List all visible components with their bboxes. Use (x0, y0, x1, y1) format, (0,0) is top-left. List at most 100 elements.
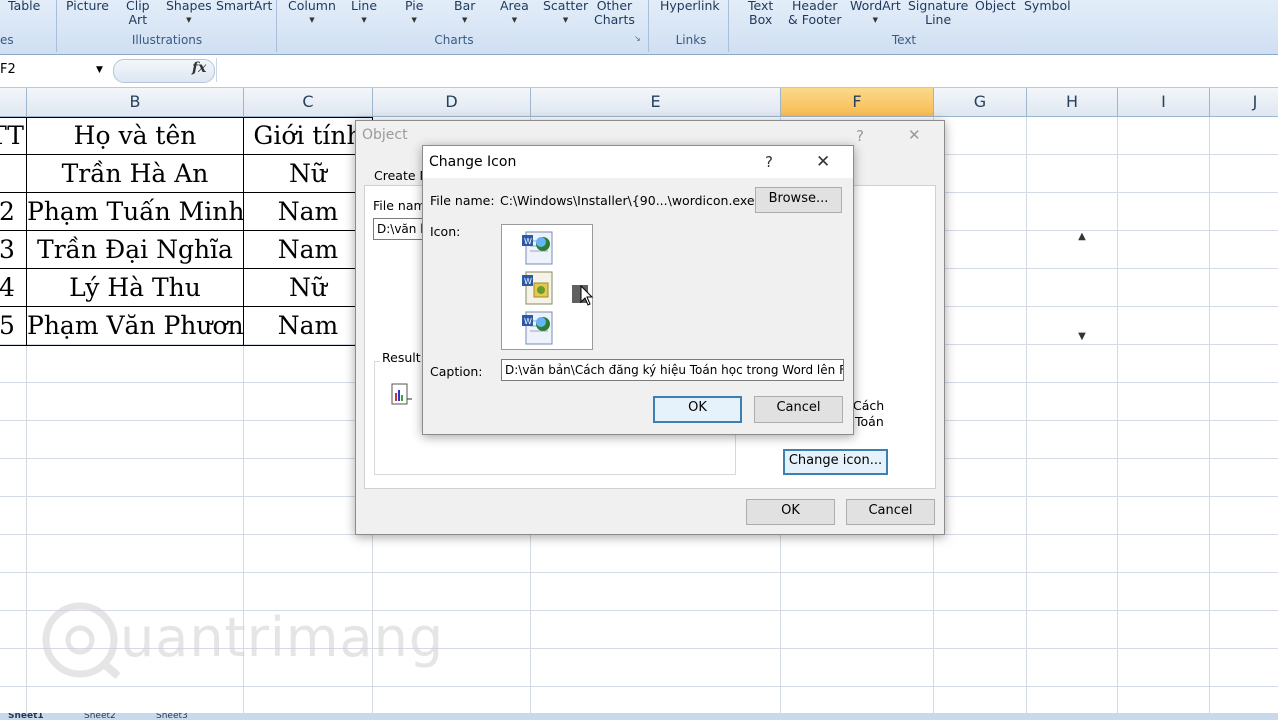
ribbon-group-text: Text Box Header & Footer WordArt ▼ Signat… (732, 0, 1076, 52)
bar-label: Bar (454, 0, 476, 13)
object-dialog-title: Object (362, 127, 408, 143)
line-label: Line (351, 0, 378, 13)
chevron-up-icon[interactable]: ▲ (1074, 229, 1090, 245)
table-button[interactable]: Table (8, 0, 40, 13)
cell-a1[interactable]: TT (0, 117, 26, 155)
header-footer-label: Header & Footer (788, 0, 842, 27)
cell-c4[interactable]: Nam (244, 231, 372, 269)
word-doc-icon[interactable]: W (520, 309, 558, 350)
formula-input[interactable] (216, 58, 1277, 82)
header-footer-button[interactable]: Header & Footer (788, 0, 842, 27)
change-icon-cancel-button[interactable]: Cancel (754, 396, 843, 423)
cell-c3[interactable]: Nam (244, 193, 372, 231)
hyperlink-button[interactable]: Hyperlink (660, 0, 720, 13)
pie-chart-button[interactable]: Pie ▼ (405, 0, 423, 27)
group-label-links: Links (675, 33, 707, 47)
change-icon-button[interactable]: Change icon... (783, 449, 888, 475)
word-template-icon[interactable]: W (520, 269, 558, 310)
other-charts-button[interactable]: Other Charts (594, 0, 635, 27)
picture-button[interactable]: Picture (66, 0, 109, 13)
change-icon-title: Change Icon (429, 154, 517, 170)
close-icon[interactable]: ✕ (908, 126, 921, 144)
tab-create-new[interactable]: Create N (374, 168, 429, 183)
col-header-a[interactable] (0, 88, 27, 116)
line-chart-button[interactable]: Line ▼ (351, 0, 377, 27)
result-icon (390, 383, 412, 405)
cell-b6[interactable]: Phạm Văn Phương (27, 307, 243, 345)
caption-input[interactable]: D:\văn bản\Cách đăng ký hiệu Toán học tr… (501, 359, 844, 381)
cell-a6[interactable]: 5 (0, 307, 26, 345)
cell-b2[interactable]: Trần Hà An (27, 155, 243, 193)
caption-right-2: Toán (855, 414, 884, 429)
tab-sheet3[interactable]: Sheet3 (156, 713, 188, 720)
col-header-g[interactable]: G (934, 88, 1027, 116)
file-name-field[interactable]: D:\văn b (373, 218, 423, 240)
column-chart-button[interactable]: Column ▼ (288, 0, 336, 27)
object-label: Object (975, 0, 1016, 13)
col-header-d[interactable]: D (373, 88, 531, 116)
name-box[interactable]: F2 (0, 60, 108, 80)
col-header-b[interactable]: B (27, 88, 244, 116)
chevron-down-icon: ▼ (562, 16, 569, 24)
object-button[interactable]: Object (975, 0, 1016, 13)
bar-chart-button[interactable]: Bar ▼ (454, 0, 475, 27)
col-header-h[interactable]: H (1027, 88, 1118, 116)
scatter-label: Scatter (543, 0, 589, 13)
object-ok-button[interactable]: OK (746, 499, 835, 525)
shapes-button[interactable]: Shapes ▼ (166, 0, 212, 27)
object-cancel-button[interactable]: Cancel (846, 499, 935, 525)
col-header-c[interactable]: C (244, 88, 373, 116)
col-header-i[interactable]: I (1118, 88, 1210, 116)
area-chart-button[interactable]: Area ▼ (500, 0, 529, 27)
cell-c2[interactable]: Nữ (244, 155, 372, 193)
shapes-label: Shapes (166, 0, 212, 13)
cell-a2[interactable] (0, 155, 26, 193)
cell-b3[interactable]: Phạm Tuấn Minh (27, 193, 243, 231)
close-icon[interactable]: ✕ (816, 152, 830, 172)
cell-c6[interactable]: Nam (244, 307, 372, 345)
scatter-chart-button[interactable]: Scatter ▼ (543, 0, 588, 27)
result-label: Result (380, 350, 423, 365)
fx-icon[interactable]: fx (192, 60, 206, 76)
hyperlink-label: Hyperlink (660, 0, 720, 13)
icon-list[interactable]: W W W ▲ ▼ (501, 224, 1086, 350)
cell-b5[interactable]: Lý Hà Thu (27, 269, 243, 307)
col-header-j[interactable]: J (1210, 88, 1278, 116)
browse-button[interactable]: Browse... (755, 187, 842, 213)
wordart-button[interactable]: WordArt ▼ (850, 0, 901, 27)
tab-sheet1[interactable]: Sheet1 (8, 713, 44, 720)
clip-art-button[interactable]: Clip Art (126, 0, 150, 27)
cell-b1[interactable]: Họ và tên (27, 117, 243, 155)
signature-line-label: Signature Line (908, 0, 969, 27)
tab-sheet2[interactable]: Sheet2 (84, 713, 116, 720)
signature-line-button[interactable]: Signature Line (908, 0, 968, 27)
col-header-f[interactable]: F (781, 88, 934, 116)
mouse-cursor-icon (580, 284, 596, 310)
caption-label: Caption: (430, 364, 483, 379)
chevron-down-icon[interactable]: ▼ (1074, 329, 1090, 345)
help-icon[interactable]: ? (856, 127, 864, 145)
chevron-down-icon: ▼ (872, 16, 879, 24)
dialog-launcher-icon[interactable]: ↘ (634, 34, 643, 43)
col-header-e[interactable]: E (531, 88, 781, 116)
file-name-value: C:\Windows\Installer\{90...\wordicon.exe (500, 193, 755, 208)
watermark-text: uantrimang (120, 606, 445, 669)
smartart-button[interactable]: SmartArt (216, 0, 272, 13)
change-icon-ok-button[interactable]: OK (653, 396, 742, 423)
cell-a3[interactable]: 2 (0, 193, 26, 231)
word-doc-icon[interactable]: W (520, 229, 558, 270)
cell-c1[interactable]: Giới tính (244, 117, 372, 155)
text-box-button[interactable]: Text Box (748, 0, 773, 27)
other-charts-label: Other Charts (594, 0, 635, 27)
ribbon-group-charts: Column ▼ Line ▼ Pie ▼ Bar ▼ Area ▼ Scatter ▼ O… (282, 0, 649, 52)
cell-a4[interactable]: 3 (0, 231, 26, 269)
cell-c5[interactable]: Nữ (244, 269, 372, 307)
chevron-down-icon: ▼ (511, 16, 518, 24)
svg-text:W: W (524, 277, 532, 286)
ribbon: Table es Picture Clip Art Shapes ▼ SmartA… (0, 0, 1278, 55)
symbol-button[interactable]: Symbol (1024, 0, 1071, 13)
help-icon[interactable]: ? (765, 153, 773, 171)
cell-b4[interactable]: Trần Đại Nghĩa (27, 231, 243, 269)
chevron-down-icon[interactable]: ▼ (96, 60, 103, 80)
cell-a5[interactable]: 4 (0, 269, 26, 307)
